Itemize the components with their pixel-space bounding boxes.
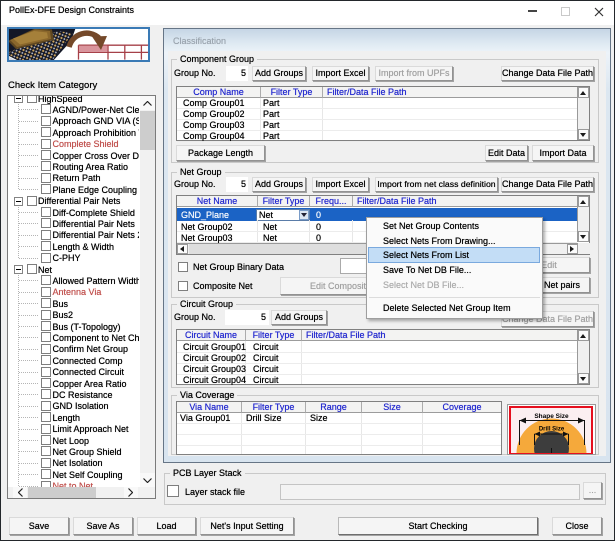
svg-text:Drill Size: Drill Size bbox=[539, 427, 565, 433]
svg-text:Shape Size: Shape Size bbox=[534, 413, 569, 420]
